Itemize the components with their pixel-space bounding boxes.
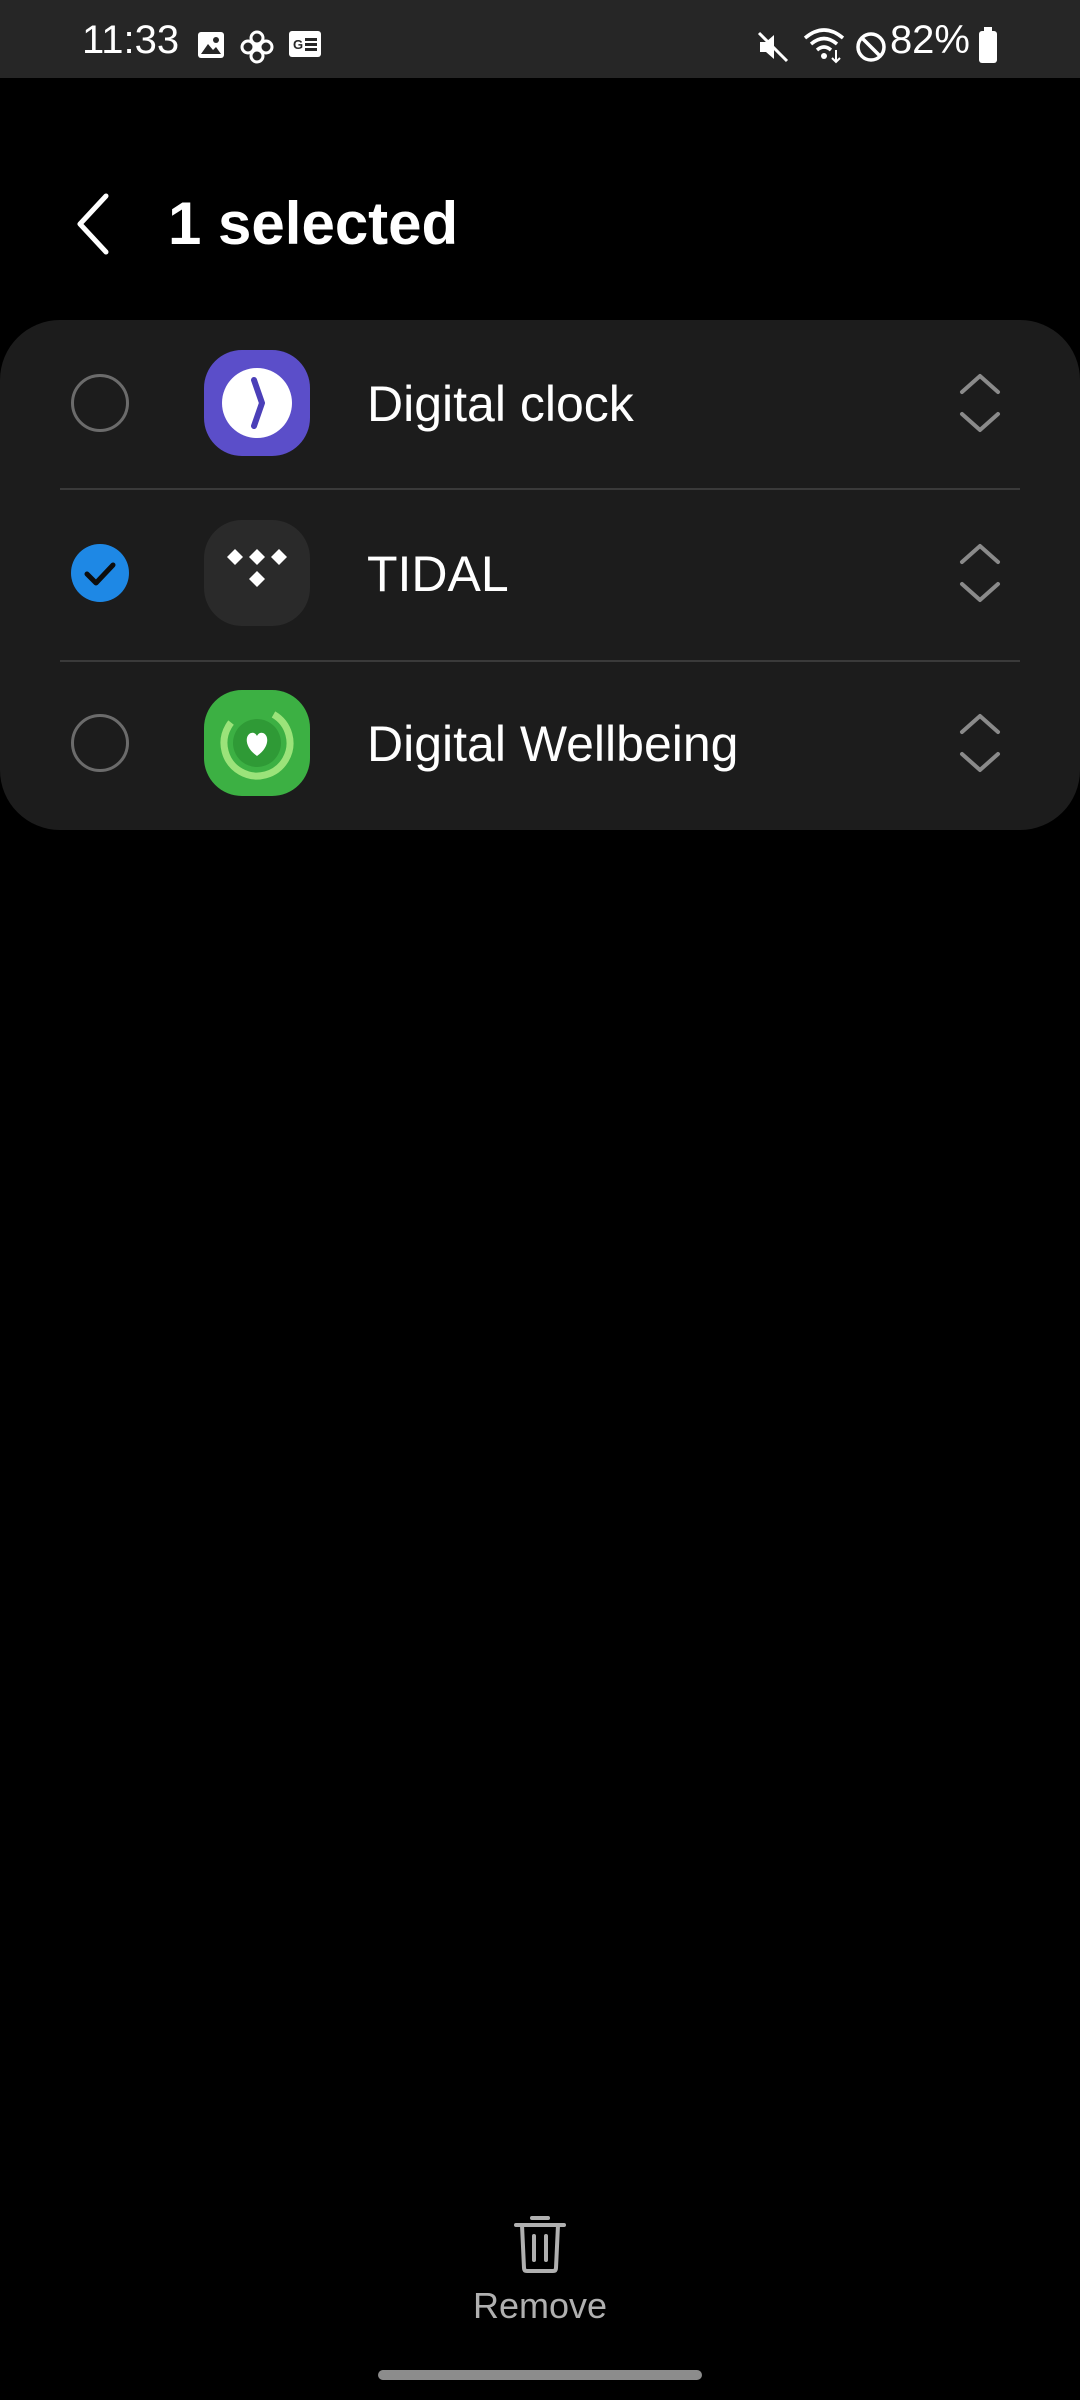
battery-percent: 82% bbox=[889, 18, 970, 62]
status-bar: 11:33 G 82% bbox=[0, 0, 1080, 78]
wifi-icon bbox=[803, 28, 845, 64]
news-icon: G bbox=[289, 31, 321, 57]
gesture-nav-handle[interactable] bbox=[378, 2370, 702, 2380]
list-item[interactable]: Digital Wellbeing bbox=[0, 660, 1080, 830]
reorder-handle-icon[interactable] bbox=[956, 368, 1004, 438]
list-item-label: Digital clock bbox=[367, 376, 634, 432]
do-not-disturb-icon bbox=[856, 32, 886, 62]
battery-icon bbox=[979, 27, 997, 63]
gallery-icon bbox=[198, 32, 224, 58]
list-item-label: Digital Wellbeing bbox=[367, 716, 739, 772]
svg-text:G: G bbox=[293, 37, 303, 52]
digital-wellbeing-app-icon bbox=[204, 690, 310, 796]
reorder-handle-icon[interactable] bbox=[956, 538, 1004, 608]
app-list: Digital clock TIDAL Digital Wellbeing bbox=[0, 320, 1080, 830]
list-item-label: TIDAL bbox=[367, 546, 509, 602]
remove-button[interactable]: Remove bbox=[440, 2200, 640, 2340]
reorder-handle-icon[interactable] bbox=[956, 708, 1004, 778]
selection-checkbox-checked[interactable] bbox=[71, 544, 129, 602]
list-item[interactable]: TIDAL bbox=[0, 490, 1080, 660]
trash-icon bbox=[514, 2216, 566, 2273]
chevron-left-icon bbox=[77, 193, 109, 255]
tidal-app-icon bbox=[204, 520, 310, 626]
selection-checkbox[interactable] bbox=[71, 374, 129, 432]
status-time: 11:33 bbox=[82, 18, 180, 62]
selection-checkbox[interactable] bbox=[71, 714, 129, 772]
digital-clock-app-icon bbox=[204, 350, 310, 456]
pinwheel-icon bbox=[240, 30, 274, 64]
remove-label: Remove bbox=[472, 2285, 608, 2326]
list-item[interactable]: Digital clock bbox=[0, 320, 1080, 490]
back-button[interactable] bbox=[70, 190, 118, 258]
mute-icon bbox=[757, 31, 789, 63]
checkmark-icon bbox=[84, 562, 116, 586]
page-title: 1 selected bbox=[168, 190, 459, 257]
